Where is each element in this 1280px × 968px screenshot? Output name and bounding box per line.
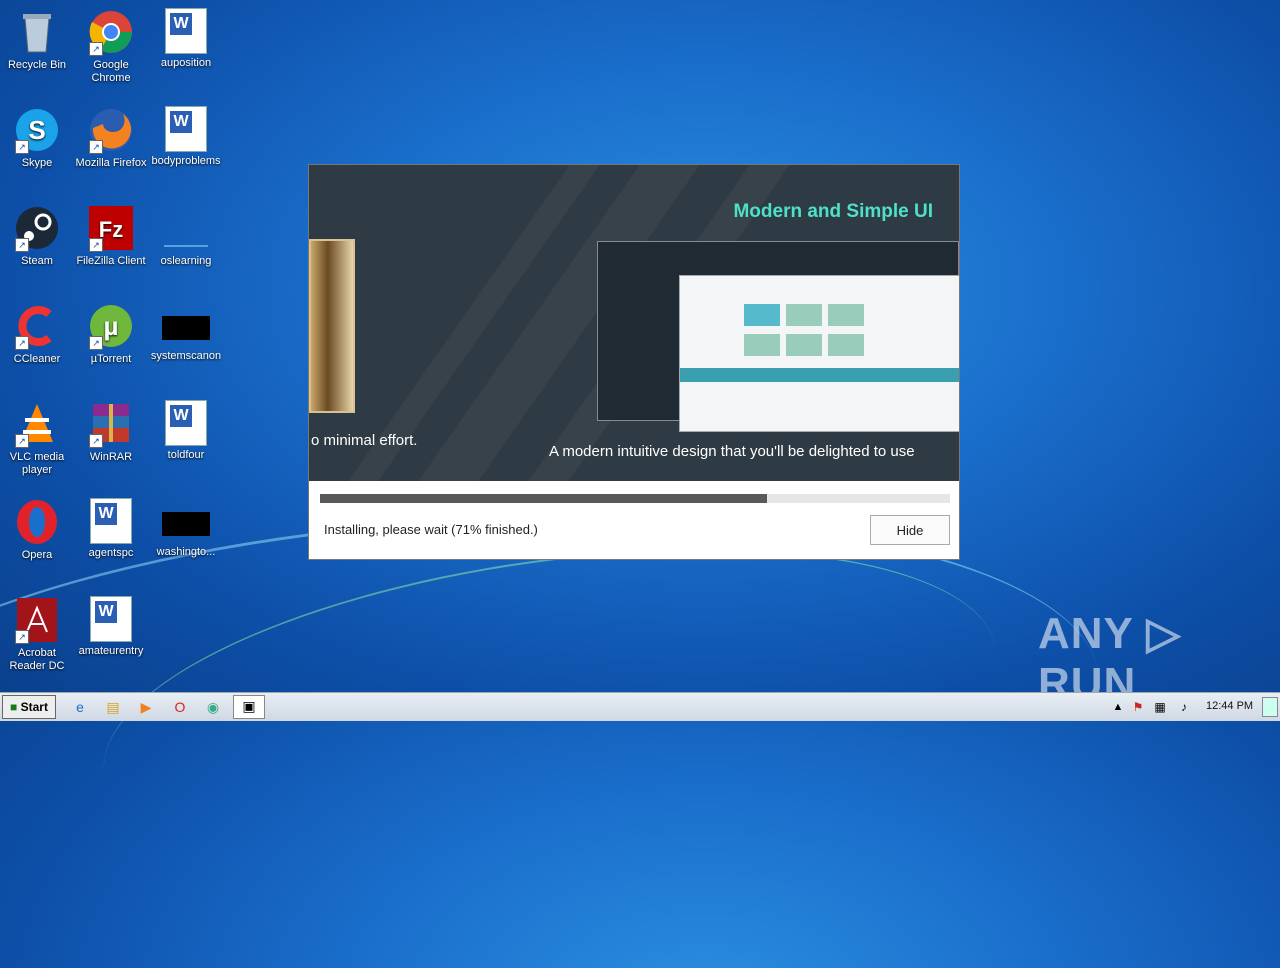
word-doc-icon: W — [165, 400, 207, 446]
progress-bar — [320, 494, 950, 503]
desktop-icon-oslearning[interactable]: oslearning — [149, 204, 223, 268]
desktop-icon-vlc[interactable]: ↗ VLC media player — [0, 400, 74, 477]
icon-label: VLC media player — [9, 451, 65, 476]
volume-icon[interactable]: ♪ — [1174, 697, 1194, 717]
desktop-icon-chrome[interactable]: ↗ Google Chrome — [74, 8, 148, 85]
desktop-icon-bodyproblems[interactable]: W bodyproblems — [149, 106, 223, 168]
steam-icon: ↗ — [13, 204, 61, 252]
banner-subtitle: A modern intuitive design that you'll be… — [549, 443, 915, 460]
installer-window: Modern and Simple UI o minimal effort. A… — [308, 164, 960, 560]
utorrent-icon: µ ↗ — [87, 302, 135, 350]
show-desktop-button[interactable] — [1262, 697, 1278, 717]
desktop-icon-ccleaner[interactable]: ↗ CCleaner — [0, 302, 74, 366]
desktop-icon-winrar[interactable]: ↗ WinRAR — [74, 400, 148, 464]
banner-photo — [309, 239, 355, 413]
installer-banner: Modern and Simple UI o minimal effort. A… — [309, 165, 959, 481]
desktop-icon-washington[interactable]: washingto... — [149, 498, 223, 559]
desktop-icon-steam[interactable]: ↗ Steam — [0, 204, 74, 268]
opera-taskbar-icon[interactable]: O — [170, 697, 190, 717]
icon-label: WinRAR — [89, 451, 133, 463]
folder-icon[interactable]: ▤ — [103, 697, 123, 717]
desktop-icon-auposition[interactable]: W auposition — [149, 8, 223, 70]
winrar-icon: ↗ — [87, 400, 135, 448]
word-doc-icon: W — [165, 8, 207, 54]
start-label: Start — [20, 700, 48, 714]
action-center-icon[interactable]: ⚑ — [1128, 697, 1148, 717]
icon-label: agentspc — [88, 547, 134, 559]
taskbar: ■ Start e ▤ ▶ O ◉ ▣ ▲ ⚑ ▦ ♪ 12:44 PM — [0, 692, 1280, 721]
icon-label: Opera — [21, 549, 53, 561]
start-button[interactable]: ■ Start — [2, 695, 56, 719]
icon-label: toldfour — [167, 449, 205, 461]
internet-explorer-icon[interactable]: e — [70, 697, 90, 717]
windows-logo-icon: ■ — [10, 700, 18, 714]
file-icon — [162, 204, 210, 252]
icon-label: Mozilla Firefox — [75, 157, 147, 169]
desktop-icon-utorrent[interactable]: µ ↗ µTorrent — [74, 302, 148, 366]
svg-text:µ: µ — [104, 311, 119, 341]
icon-label: FileZilla Client — [76, 255, 146, 267]
network-icon[interactable]: ▦ — [1150, 697, 1170, 717]
word-doc-icon: W — [90, 596, 132, 642]
icon-label: µTorrent — [90, 353, 132, 365]
banner-title: Modern and Simple UI — [733, 201, 933, 222]
word-doc-icon: W — [165, 106, 207, 152]
hide-button[interactable]: Hide — [870, 515, 950, 545]
black-file-icon — [162, 316, 210, 340]
desktop-icon-amateurentry[interactable]: W amateurentry — [74, 596, 148, 658]
desktop-icon-agentspc[interactable]: W agentspc — [74, 498, 148, 560]
svg-text:S: S — [28, 115, 45, 145]
ccleaner-icon: ↗ — [13, 302, 61, 350]
icon-label: Google Chrome — [91, 59, 131, 84]
banner-left-text: o minimal effort. — [311, 432, 418, 449]
icon-label: amateurentry — [78, 645, 144, 657]
icon-label: Recycle Bin — [7, 59, 67, 71]
desktop-icon-recycle-bin[interactable]: Recycle Bin — [0, 8, 74, 72]
chrome-taskbar-icon[interactable]: ◉ — [203, 697, 223, 717]
chrome-icon: ↗ — [87, 8, 135, 56]
vlc-icon: ↗ — [13, 400, 61, 448]
app-screenshot — [679, 275, 959, 432]
desktop-icon-systemscanon[interactable]: systemscanon — [149, 302, 223, 363]
status-text: Installing, please wait (71% finished.) — [324, 522, 538, 537]
icon-label: bodyproblems — [151, 155, 221, 167]
word-doc-icon: W — [90, 498, 132, 544]
progress-fill — [320, 494, 768, 503]
clock[interactable]: 12:44 PM — [1206, 700, 1253, 712]
firefox-icon: ↗ — [87, 106, 135, 154]
desktop-icon-firefox[interactable]: ↗ Mozilla Firefox — [74, 106, 148, 170]
show-hidden-icons-icon[interactable]: ▲ — [1108, 697, 1128, 717]
icon-label: oslearning — [160, 255, 212, 267]
icon-label: CCleaner — [13, 353, 61, 365]
filezilla-icon: Fz ↗ — [87, 204, 135, 252]
recycle-bin-icon — [13, 8, 61, 56]
icon-label: systemscanon — [150, 350, 222, 362]
black-file-icon — [162, 512, 210, 536]
desktop-icon-opera[interactable]: Opera — [0, 498, 74, 562]
icon-label: washingto... — [156, 546, 216, 558]
installer-taskbar-button[interactable]: ▣ — [233, 695, 265, 719]
icon-label: Skype — [21, 157, 53, 169]
icon-label: Steam — [21, 255, 53, 267]
desktop-icon-toldfour[interactable]: W toldfour — [149, 400, 223, 462]
desktop-icon-acrobat[interactable]: ↗ Acrobat Reader DC — [0, 596, 74, 673]
desktop-icon-filezilla[interactable]: Fz ↗ FileZilla Client — [74, 204, 148, 268]
acrobat-icon: ↗ — [13, 596, 61, 644]
opera-icon — [13, 498, 61, 546]
media-player-icon[interactable]: ▶ — [136, 697, 156, 717]
desktop-icon-skype[interactable]: S ↗ Skype — [0, 106, 74, 170]
skype-icon: S ↗ — [13, 106, 61, 154]
icon-label: auposition — [160, 57, 212, 69]
icon-label: Acrobat Reader DC — [9, 647, 65, 672]
